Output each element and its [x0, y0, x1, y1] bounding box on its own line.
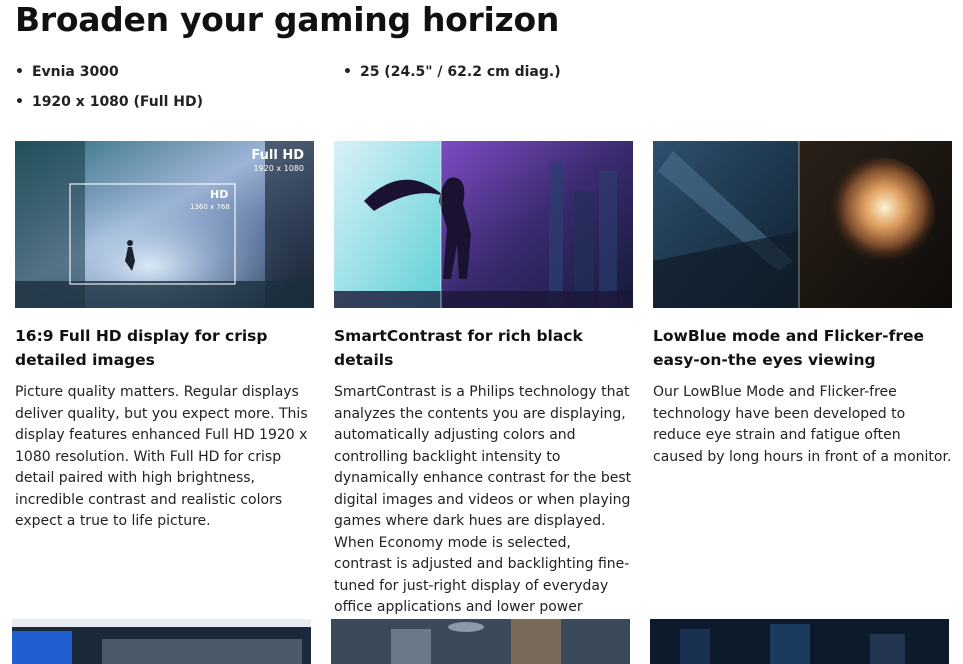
card-title: LowBlue mode and Flicker-free easy-on-th… — [653, 327, 925, 369]
bottom-image-monitor — [12, 619, 311, 664]
hd-resolution-label: 1360 x 768 — [190, 203, 230, 211]
monitor-illustration — [12, 619, 311, 664]
feature-card-smartcontrast: SmartContrast for rich black details Sma… — [334, 141, 633, 640]
night-illustration — [650, 619, 949, 664]
feature-card-lowblue: LowBlue mode and Flicker-free easy-on-th… — [653, 141, 952, 468]
card-body: Our LowBlue Mode and Flicker-free techno… — [653, 384, 952, 465]
card-title: SmartContrast for rich black details — [334, 327, 583, 369]
card-title: 16:9 Full HD display for crisp detailed … — [15, 327, 268, 369]
spec-item-resolution: 1920 x 1080 (Full HD) — [15, 92, 203, 112]
card-body: SmartContrast is a Philips technology th… — [334, 384, 632, 637]
smartcontrast-illustration — [334, 141, 633, 308]
bottom-image-night — [650, 619, 949, 664]
lowblue-image — [653, 141, 952, 308]
fullhd-resolution-label: 1920 x 1080 — [253, 164, 304, 173]
feature-card-fullhd: Full HD 1920 x 1080 HD 1360 x 768 16:9 F… — [15, 141, 314, 533]
smartcontrast-image — [334, 141, 633, 308]
hd-label: HD — [210, 188, 229, 201]
spec-item-size: 25 (24.5" / 62.2 cm diag.) — [343, 62, 561, 82]
page-title: Broaden your gaming horizon — [15, 0, 560, 39]
bottom-image-city — [331, 619, 630, 664]
fullhd-image: Full HD 1920 x 1080 HD 1360 x 768 — [15, 141, 314, 308]
city-illustration — [331, 619, 630, 664]
lowblue-illustration — [653, 141, 952, 308]
card-body: Picture quality matters. Regular display… — [15, 384, 308, 529]
spec-item-series: Evnia 3000 — [15, 62, 119, 82]
fullhd-label: Full HD — [251, 148, 304, 163]
